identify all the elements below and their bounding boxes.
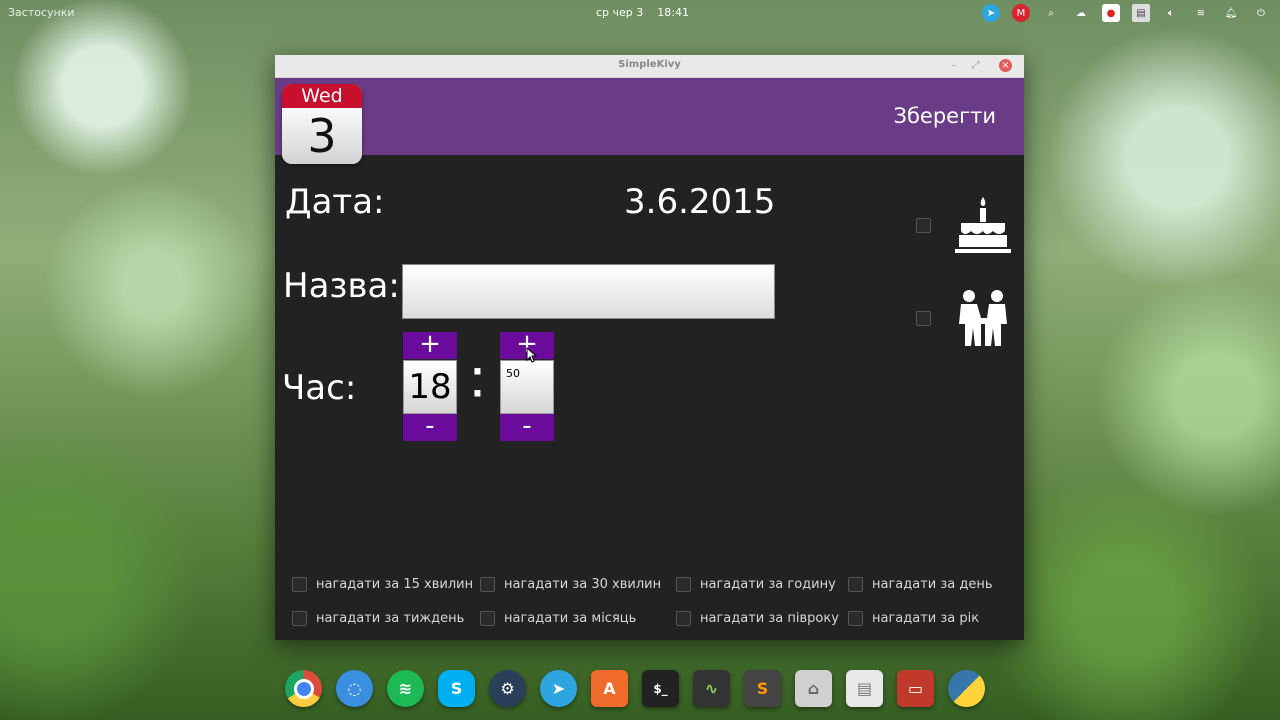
panel-date: ср чер 3 <box>596 6 644 19</box>
window-title: SimpleKivy <box>618 59 681 70</box>
reminder-day[interactable]: нагадати за день <box>848 577 993 592</box>
top-panel: Застосунки ср чер 3 18:41 ➤ M ⌕ ☁ ● ▤ 🔈︎ … <box>0 0 1280 26</box>
hour-decrement-button[interactable]: - <box>403 413 457 441</box>
telegram-icon[interactable]: ➤ <box>982 4 1000 22</box>
panel-clock[interactable]: ср чер 3 18:41 <box>596 6 703 19</box>
date-value[interactable]: 3.6.2015 <box>624 182 775 222</box>
telegram-icon[interactable]: ➤ <box>540 670 577 707</box>
mouse-cursor-icon <box>526 347 538 363</box>
reminder-checkbox[interactable] <box>292 611 307 626</box>
reminder-label: нагадати за годину <box>700 577 836 592</box>
reminder-15-minutes[interactable]: нагадати за 15 хвилин <box>292 577 473 592</box>
python-icon[interactable] <box>948 670 985 707</box>
reminder-checkbox[interactable] <box>676 577 691 592</box>
date-label: Дата: <box>285 182 385 222</box>
reminder-checkbox[interactable] <box>848 611 863 626</box>
reminder-label: нагадати за тиждень <box>316 611 465 626</box>
notification-icon[interactable]: 🔔︎ <box>1222 4 1240 22</box>
reminder-checkbox[interactable] <box>676 611 691 626</box>
calendar-number: 3 <box>282 108 362 164</box>
calendar-day: Wed <box>282 84 362 108</box>
reminder-label: нагадати за місяць <box>504 611 637 626</box>
time-label: Час: <box>282 368 357 408</box>
cloud-icon[interactable]: ☁ <box>1072 4 1090 22</box>
dock: ◌ ≋ S ⚙ ➤ A $_ ∿ S ⌂ ▤ ▭ <box>285 670 985 707</box>
reminder-hour[interactable]: нагадати за годину <box>676 577 836 592</box>
birthday-checkbox[interactable] <box>916 218 931 233</box>
spotify-icon[interactable]: ≋ <box>387 670 424 707</box>
name-label: Назва: <box>283 266 400 306</box>
reminder-year[interactable]: нагадати за рік <box>848 611 979 626</box>
hour-increment-button[interactable]: + <box>403 331 457 359</box>
minimize-icon[interactable]: – <box>947 59 960 72</box>
reminder-label: нагадати за рік <box>872 611 980 626</box>
reminder-label: нагадати за 15 хвилин <box>316 577 474 592</box>
reminder-checkbox[interactable] <box>480 577 495 592</box>
applications-menu[interactable]: Застосунки <box>8 6 75 19</box>
reminder-label: нагадати за 30 хвилин <box>504 577 662 592</box>
record-icon[interactable]: ● <box>1102 4 1120 22</box>
maximize-icon[interactable]: ⤢ <box>969 59 982 72</box>
minute-field[interactable]: 50 <box>500 360 554 414</box>
reminder-half-year[interactable]: нагадати за півроку <box>676 611 839 626</box>
calendar-icon: Wed 3 <box>282 84 362 164</box>
save-button[interactable]: Зберегти <box>894 104 997 128</box>
power-icon[interactable]: ⏻ <box>1252 4 1270 22</box>
birthday-cake-icon <box>955 197 1011 253</box>
wifi-icon[interactable]: ≋ <box>1192 4 1210 22</box>
reminder-label: нагадати за півроку <box>700 611 839 626</box>
window-titlebar[interactable]: SimpleKivy – ⤢ × <box>275 55 1024 78</box>
system-tray: ➤ M ⌕ ☁ ● ▤ 🔈︎ ≋ 🔔︎ ⏻ <box>982 4 1270 22</box>
close-icon[interactable]: × <box>999 59 1012 72</box>
sublime-icon[interactable]: S <box>744 670 781 707</box>
reminder-label: нагадати за день <box>872 577 993 592</box>
time-separator: · · <box>471 352 484 414</box>
system-monitor-icon[interactable]: ∿ <box>693 670 730 707</box>
mail-m-icon[interactable]: M <box>1012 4 1030 22</box>
chrome-icon[interactable] <box>285 670 322 707</box>
reminder-week[interactable]: нагадати за тиждень <box>292 611 464 626</box>
minute-decrement-button[interactable]: - <box>500 413 554 441</box>
keyboard-app-icon[interactable]: ▤ <box>846 670 883 707</box>
reminder-checkbox[interactable] <box>292 577 307 592</box>
search-icon[interactable]: ⌕ <box>1042 4 1060 22</box>
skype-icon[interactable]: S <box>438 670 475 707</box>
meeting-checkbox[interactable] <box>916 311 931 326</box>
reminder-checkbox[interactable] <box>480 611 495 626</box>
steam-icon[interactable]: ⚙ <box>489 670 526 707</box>
name-input[interactable] <box>402 264 775 319</box>
reminder-30-minutes[interactable]: нагадати за 30 хвилин <box>480 577 661 592</box>
keyboard-icon[interactable]: ▤ <box>1132 4 1150 22</box>
reminder-checkbox[interactable] <box>848 577 863 592</box>
browser-icon[interactable]: ◌ <box>336 670 373 707</box>
screen-recorder-icon[interactable]: ▭ <box>897 670 934 707</box>
appcenter-icon[interactable]: A <box>591 670 628 707</box>
panel-time: 18:41 <box>657 6 689 19</box>
simplekivy-window: SimpleKivy – ⤢ × Зберегти Wed 3 Дата: 3.… <box>275 55 1024 640</box>
files-icon[interactable]: ⌂ <box>795 670 832 707</box>
volume-icon[interactable]: 🔈︎ <box>1162 4 1180 22</box>
reminder-month[interactable]: нагадати за місяць <box>480 611 636 626</box>
terminal-icon[interactable]: $_ <box>642 670 679 707</box>
hour-field[interactable]: 18 <box>403 360 457 414</box>
header-bar: Зберегти <box>275 78 1024 155</box>
meeting-people-icon <box>959 290 1007 346</box>
